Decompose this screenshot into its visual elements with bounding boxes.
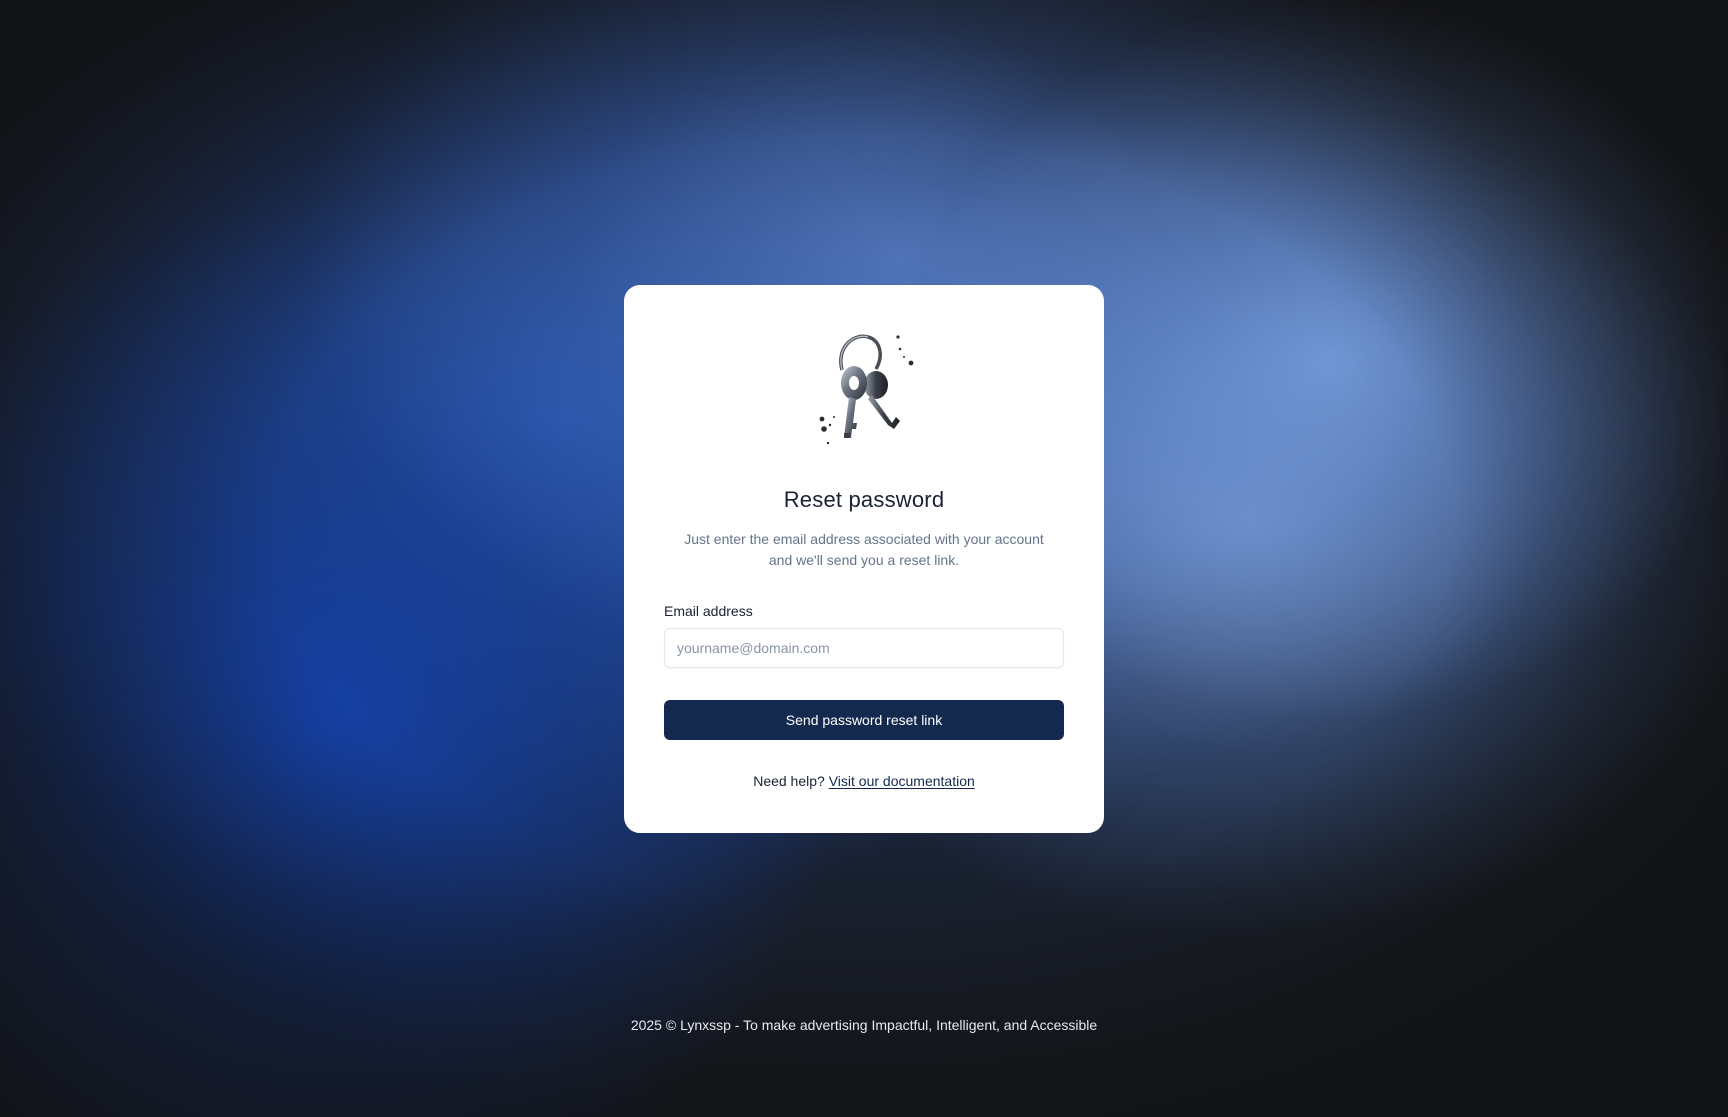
help-row: Need help? Visit our documentation [624,773,1104,789]
documentation-link[interactable]: Visit our documentation [829,773,975,789]
reset-password-card: Reset password Just enter the email addr… [624,285,1104,833]
page-subtitle: Just enter the email address associated … [684,531,1044,568]
keys-icon [814,325,914,445]
page-title: Reset password [783,487,945,512]
help-text: Need help? [753,773,829,789]
email-field-label: Email address [664,603,753,619]
footer-copyright: 2025 © Lynxssp - To make advertising Imp… [630,1017,1098,1033]
send-reset-link-button[interactable]: Send password reset link [664,700,1064,740]
email-field[interactable] [664,628,1064,668]
